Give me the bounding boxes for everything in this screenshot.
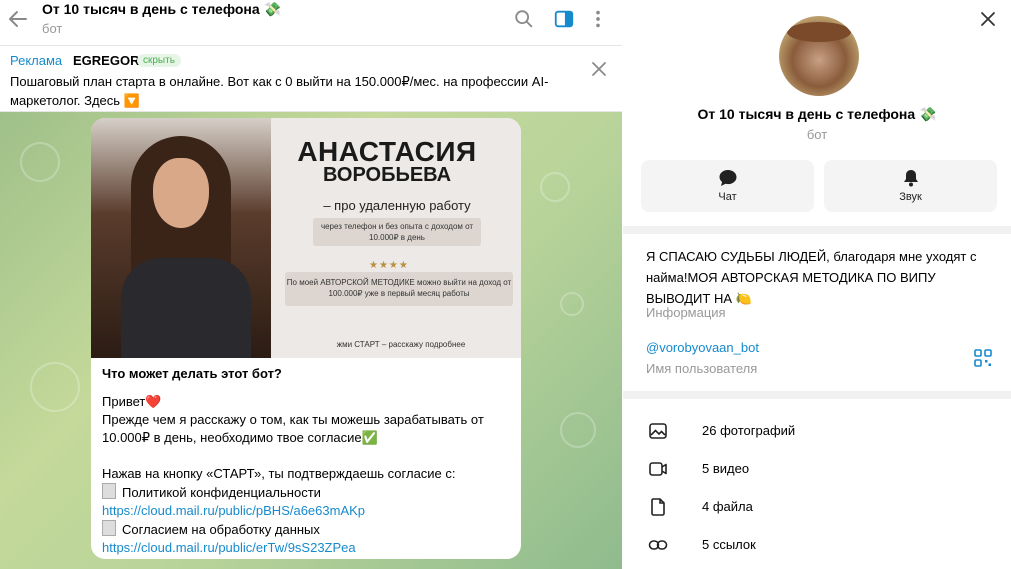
chat-pane: От 10 тысяч в день с телефона 💸 бот Рекл… — [0, 0, 622, 569]
bio-text: Я СПАСАЮ СУДЬБЫ ЛЮДЕЙ, благодаря мне ухо… — [646, 249, 977, 306]
document-icon — [102, 520, 116, 536]
ad-text[interactable]: Пошаговый план старта в онлайне. Вот как… — [10, 72, 570, 110]
data-consent-link[interactable]: https://cloud.mail.ru/public/erTw/9sS23Z… — [102, 539, 512, 557]
sidebar-toggle-icon[interactable] — [553, 8, 575, 30]
chat-header: От 10 тысяч в день с телефона 💸 бот — [0, 0, 622, 46]
divider — [623, 391, 1011, 399]
video-icon — [649, 462, 667, 476]
profile-info-pane: От 10 тысяч в день с телефона 💸 бот Чат … — [623, 0, 1011, 569]
profile-subtitle: бот — [806, 127, 828, 142]
chat-title[interactable]: От 10 тысяч в день с телефона 💸 — [42, 1, 281, 18]
media-files-row[interactable]: 4 файла — [623, 488, 1011, 526]
portrait-photo — [91, 118, 271, 358]
avatar[interactable] — [779, 16, 859, 96]
chat-icon — [719, 170, 737, 186]
username-link[interactable]: @vorobyovaan_bot — [646, 340, 759, 355]
ad-hide-button[interactable]: скрыть — [137, 54, 181, 67]
back-arrow-icon[interactable] — [6, 7, 30, 31]
ad-label: Реклама — [10, 53, 63, 68]
media-photos-row[interactable]: 26 фотографий — [623, 412, 1011, 450]
more-vertical-icon[interactable] — [587, 8, 609, 30]
ad-channel-name[interactable]: EGREGOR — [73, 53, 139, 68]
document-icon — [102, 483, 116, 499]
link-icon — [648, 540, 668, 550]
bot-question: Что может делать этот бот? — [102, 366, 282, 381]
doc-item-consent: Согласием на обработку данных — [102, 520, 512, 539]
photo-icon — [649, 423, 667, 439]
greeting: Привет❤️ — [102, 394, 162, 409]
search-icon[interactable] — [513, 8, 535, 30]
privacy-policy-link[interactable]: https://cloud.mail.ru/public/pBHS/a6e63m… — [102, 502, 512, 520]
qr-code-icon[interactable] — [974, 349, 992, 367]
media-links-row[interactable]: 5 ссылок — [623, 526, 1011, 564]
bot-description: Что может делать этот бот? Привет❤️ Преж… — [102, 365, 512, 557]
consent-paragraph: Прежде чем я расскажу о том, как ты може… — [102, 412, 484, 445]
doc-item-privacy: Политикой конфиденциальности — [102, 483, 512, 502]
sound-button[interactable]: Звук — [824, 160, 997, 212]
start-paragraph: Нажав на кнопку «СТАРТ», ты подтверждаеш… — [102, 466, 456, 481]
close-icon[interactable] — [978, 9, 998, 29]
divider — [623, 226, 1011, 234]
media-videos-row[interactable]: 5 видео — [623, 450, 1011, 488]
close-icon[interactable] — [590, 60, 608, 78]
promo-name-last: ВОРОБЬЕВА — [322, 164, 452, 186]
username-label: Имя пользователя — [646, 361, 758, 376]
chat-button[interactable]: Чат — [641, 160, 814, 212]
promo-income-box: через телефон и без опыта с доходом от 1… — [313, 218, 481, 246]
promo-stars: ★★★★ — [369, 260, 409, 271]
bio-label: Информация — [646, 305, 726, 320]
promo-image: АНАСТАСИЯ ВОРОБЬЕВА – про удаленную рабо… — [91, 118, 521, 358]
promo-method-box: По моей АВТОРСКОЙ МЕТОДИКЕ можно выйти н… — [285, 272, 513, 306]
promo-cta: жми СТАРТ – расскажу подробнее — [336, 340, 466, 349]
bot-info-message: АНАСТАСИЯ ВОРОБЬЕВА – про удаленную рабо… — [91, 118, 521, 559]
promo-tagline: – про удаленную работу — [323, 198, 471, 213]
chat-subtitle: бот — [42, 21, 63, 36]
bell-icon — [904, 170, 918, 187]
profile-title: От 10 тысяч в день с телефона 💸 — [697, 106, 937, 122]
sponsored-message-bar[interactable]: Реклама EGREGOR скрыть Пошаговый план ст… — [0, 46, 622, 112]
file-icon — [651, 498, 665, 516]
